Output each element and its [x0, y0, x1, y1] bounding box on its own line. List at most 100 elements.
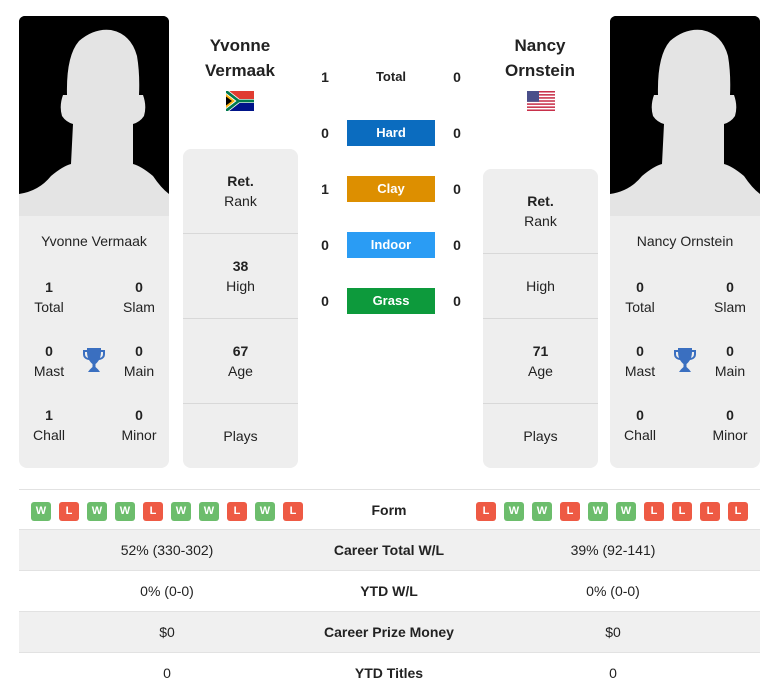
titles-slam-value: 0: [726, 279, 734, 295]
surface-indoor-badge[interactable]: Indoor: [347, 232, 435, 258]
h2h-right-value: 0: [453, 237, 461, 253]
form-label: Form: [371, 502, 407, 518]
form-win-badge[interactable]: W: [31, 502, 51, 521]
titles-chall-label: Chall: [624, 427, 656, 443]
divider: [183, 403, 298, 404]
player-info-left: Ret. Rank 38 High 67 Age Plays: [183, 149, 298, 468]
info-age-value: 71: [532, 343, 549, 359]
form-loss-badge[interactable]: L: [283, 502, 303, 521]
surface-clay-badge[interactable]: Clay: [347, 176, 435, 202]
h2h-left-value: 0: [321, 125, 329, 141]
form-win-badge[interactable]: W: [255, 502, 275, 521]
titles-main-label: Main: [714, 363, 746, 379]
table-row-prize-money: $0 Career Prize Money $0: [19, 612, 760, 653]
info-plays-label: Plays: [223, 428, 258, 444]
info-rank: Ret. Rank: [483, 191, 598, 231]
row-label: YTD Titles: [354, 665, 424, 681]
table-row-ytd-titles: 0 YTD Titles 0: [19, 653, 760, 694]
form-win-badge[interactable]: W: [588, 502, 608, 521]
titles-total-value: 1: [45, 279, 53, 295]
divider: [483, 318, 598, 319]
south-africa-flag-icon: [226, 91, 254, 111]
h2h-grass-row: 0 Grass 0: [305, 288, 475, 314]
titles-mast-label: Mast: [33, 363, 65, 379]
surface-grass-badge[interactable]: Grass: [347, 288, 435, 314]
titles-mast-label: Mast: [624, 363, 656, 379]
titles-minor-value: 0: [726, 407, 734, 423]
form-win-badge[interactable]: W: [616, 502, 636, 521]
titles-minor-label: Minor: [121, 427, 157, 443]
titles-main-value: 0: [726, 343, 734, 359]
h2h-left-value: 0: [321, 237, 329, 253]
form-loss-badge[interactable]: L: [644, 502, 664, 521]
row-label: Career Total W/L: [333, 542, 445, 558]
right-value: 39% (92-141): [570, 542, 656, 558]
form-row: WLWWLWWLWL Form LWWLWWLLLL: [19, 489, 760, 530]
titles-total: 0 Total: [605, 277, 675, 317]
h2h-total-label: Total: [375, 69, 407, 84]
row-label: YTD W/L: [360, 583, 418, 599]
info-rank-label: Rank: [224, 193, 257, 209]
h2h-right-value: 0: [453, 125, 461, 141]
info-age-label: Age: [228, 363, 253, 379]
form-win-badge[interactable]: W: [199, 502, 219, 521]
titles-mast-value: 0: [636, 343, 644, 359]
player-last-name: Ornstein: [505, 61, 575, 80]
player-heading-left[interactable]: Yvonne Vermaak: [170, 33, 310, 83]
info-high-label: High: [526, 278, 555, 294]
player-name[interactable]: Yvonne Vermaak: [19, 233, 169, 249]
form-win-badge[interactable]: W: [171, 502, 191, 521]
form-loss-badge[interactable]: L: [728, 502, 748, 521]
left-value: 0: [163, 665, 171, 681]
player-photo-left: [19, 16, 169, 216]
silhouette-icon: [610, 16, 760, 216]
titles-chall-value: 0: [636, 407, 644, 423]
form-loss-badge[interactable]: L: [227, 502, 247, 521]
divider: [483, 253, 598, 254]
form-win-badge[interactable]: W: [87, 502, 107, 521]
form-win-badge[interactable]: W: [115, 502, 135, 521]
player-card-left: Yvonne Vermaak 1 Total 0 Slam 0 Mast 0 M…: [19, 216, 169, 468]
titles-total-label: Total: [625, 299, 655, 315]
player-heading-right[interactable]: Nancy Ornstein: [470, 33, 610, 83]
h2h-right-value: 0: [453, 181, 461, 197]
info-plays-label: Plays: [523, 428, 558, 444]
form-win-badge[interactable]: W: [532, 502, 552, 521]
info-rank-label: Rank: [524, 213, 557, 229]
titles-total-label: Total: [34, 299, 64, 315]
player-photo-right: [610, 16, 760, 216]
form-loss-badge[interactable]: L: [143, 502, 163, 521]
info-high-label: High: [226, 278, 255, 294]
info-age: 67 Age: [183, 341, 298, 381]
form-loss-badge[interactable]: L: [59, 502, 79, 521]
silhouette-icon: [19, 16, 169, 216]
titles-mast: 0 Mast: [605, 341, 675, 381]
table-row-career-total: 52% (330-302) Career Total W/L 39% (92-1…: [19, 530, 760, 571]
surface-hard-badge[interactable]: Hard: [347, 120, 435, 146]
player-first-name: Yvonne: [209, 36, 271, 55]
titles-main: 0 Main: [695, 341, 765, 381]
h2h-left-value: 0: [321, 293, 329, 309]
titles-minor-value: 0: [135, 407, 143, 423]
h2h-hard-row: 0 Hard 0: [305, 120, 475, 146]
right-value: 0% (0-0): [586, 583, 640, 599]
form-win-badge[interactable]: W: [504, 502, 524, 521]
titles-main-label: Main: [123, 363, 155, 379]
h2h-total-row: 1 Total 0: [305, 64, 475, 90]
right-value: $0: [605, 624, 621, 640]
titles-slam-label: Slam: [123, 299, 155, 315]
player-first-name: Nancy: [514, 36, 566, 55]
titles-main: 0 Main: [104, 341, 174, 381]
form-loss-badge[interactable]: L: [476, 502, 496, 521]
h2h-clay-row: 1 Clay 0: [305, 176, 475, 202]
form-loss-badge[interactable]: L: [700, 502, 720, 521]
table-row-ytd-wl: 0% (0-0) YTD W/L 0% (0-0): [19, 571, 760, 612]
info-age-value: 67: [232, 343, 249, 359]
player-name[interactable]: Nancy Ornstein: [610, 233, 760, 249]
titles-slam-label: Slam: [714, 299, 746, 315]
form-loss-badge[interactable]: L: [560, 502, 580, 521]
trophy-icon: [83, 348, 105, 372]
form-loss-badge[interactable]: L: [672, 502, 692, 521]
trophy-icon: [674, 348, 696, 372]
titles-total-value: 0: [636, 279, 644, 295]
